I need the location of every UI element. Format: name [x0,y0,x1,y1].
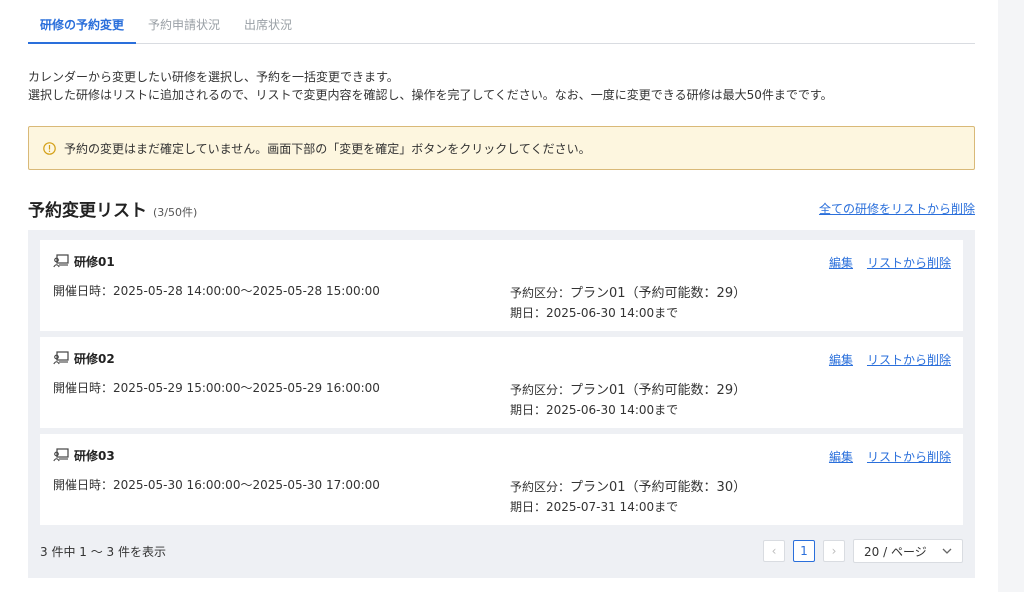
training-icon [53,448,69,462]
edit-link[interactable]: 編集 [829,254,853,271]
training-icon [53,351,69,365]
reservation-plan: 予約区分：プラン01（予約可能数：29） [510,282,746,301]
list-footer: 3 件中 1 ～ 3 件を表示 ‹ 1 › 20 / ページ [40,531,963,571]
training-icon [53,254,69,268]
training-name: 研修01 [53,253,951,269]
remove-link[interactable]: リストから削除 [867,448,951,465]
page-number-button[interactable]: 1 [793,540,815,562]
description: カレンダーから変更したい研修を選択し、予約を一括変更できます。 選択した研修はリ… [28,68,975,104]
due-date: 期日：2025-07-31 14:00まで [510,500,679,514]
notice-text: 予約の変更はまだ確定していません。画面下部の「変更を確定」ボタンをクリックしてく… [64,141,591,156]
remove-all-link[interactable]: 全ての研修をリストから削除 [819,200,975,217]
page-size-value: 20 / ページ [864,544,927,559]
plan-label: 予約区分： [510,383,571,397]
reservation-plan: 予約区分：プラン01（予約可能数：29） [510,379,746,398]
edit-link[interactable]: 編集 [829,448,853,465]
list-title-group: 予約変更リスト (3/50件) [28,196,197,221]
training-name: 研修03 [53,447,951,463]
description-line-1: カレンダーから変更したい研修を選択し、予約を一括変更できます。 [28,70,399,84]
plan-value: プラン01（予約可能数：29） [570,383,747,398]
unconfirmed-notice: 予約の変更はまだ確定していません。画面下部の「変更を確定」ボタンをクリックしてく… [28,126,975,170]
list-title: 予約変更リスト [28,200,147,221]
tab-reservation-change[interactable]: 研修の予約変更 [28,16,137,44]
warning-circle-icon [43,141,56,155]
training-name-label: 研修02 [74,351,115,366]
tab-bar: 研修の予約変更 予約申請状況 出席状況 [28,0,975,44]
training-name-label: 研修03 [74,448,115,463]
list-item: 研修02 編集 リストから削除 開催日時：2025-05-29 15:00:00… [40,337,963,428]
tab-attendance-status[interactable]: 出席状況 [232,16,304,43]
main-content: 研修の予約変更 予約申請状況 出席状況 カレンダーから変更したい研修を選択し、予… [28,0,975,578]
right-gutter [998,0,1024,592]
page-size-select[interactable]: 20 / ページ [853,539,963,563]
list-count: (3/50件) [153,205,198,219]
due-date: 期日：2025-06-30 14:00まで [510,306,679,320]
training-datetime: 開催日時：2025-05-30 16:00:00～2025-05-30 17:0… [53,478,380,492]
edit-link[interactable]: 編集 [829,351,853,368]
item-actions: 編集 リストから削除 [829,351,951,368]
tab-reservation-status[interactable]: 予約申請状況 [136,16,232,43]
remove-link[interactable]: リストから削除 [867,254,951,271]
list-item: 研修03 編集 リストから削除 開催日時：2025-05-30 16:00:00… [40,434,963,525]
plan-value: プラン01（予約可能数：30） [570,480,747,495]
plan-label: 予約区分： [510,480,571,494]
pagination-info: 3 件中 1 ～ 3 件を表示 [40,544,166,559]
training-datetime: 開催日時：2025-05-28 14:00:00～2025-05-28 15:0… [53,284,380,298]
prev-page-button[interactable]: ‹ [763,540,785,562]
plan-label: 予約区分： [510,286,571,300]
change-list-panel: 研修01 編集 リストから削除 開催日時：2025-05-28 14:00:00… [28,230,975,578]
list-item: 研修01 編集 リストから削除 開催日時：2025-05-28 14:00:00… [40,240,963,331]
item-actions: 編集 リストから削除 [829,448,951,465]
chevron-down-icon [942,548,952,554]
remove-link[interactable]: リストから削除 [867,351,951,368]
description-line-2: 選択した研修はリストに追加されるので、リストで変更内容を確認し、操作を完了してく… [28,88,833,102]
pagination: ‹ 1 › 20 / ページ [763,539,963,563]
reservation-plan: 予約区分：プラン01（予約可能数：30） [510,476,746,495]
next-page-button[interactable]: › [823,540,845,562]
training-datetime: 開催日時：2025-05-29 15:00:00～2025-05-29 16:0… [53,381,380,395]
due-date: 期日：2025-06-30 14:00まで [510,403,679,417]
plan-value: プラン01（予約可能数：29） [570,286,747,301]
list-header: 予約変更リスト (3/50件) 全ての研修をリストから削除 [28,196,975,221]
item-actions: 編集 リストから削除 [829,254,951,271]
training-name: 研修02 [53,350,951,366]
training-name-label: 研修01 [74,254,115,269]
